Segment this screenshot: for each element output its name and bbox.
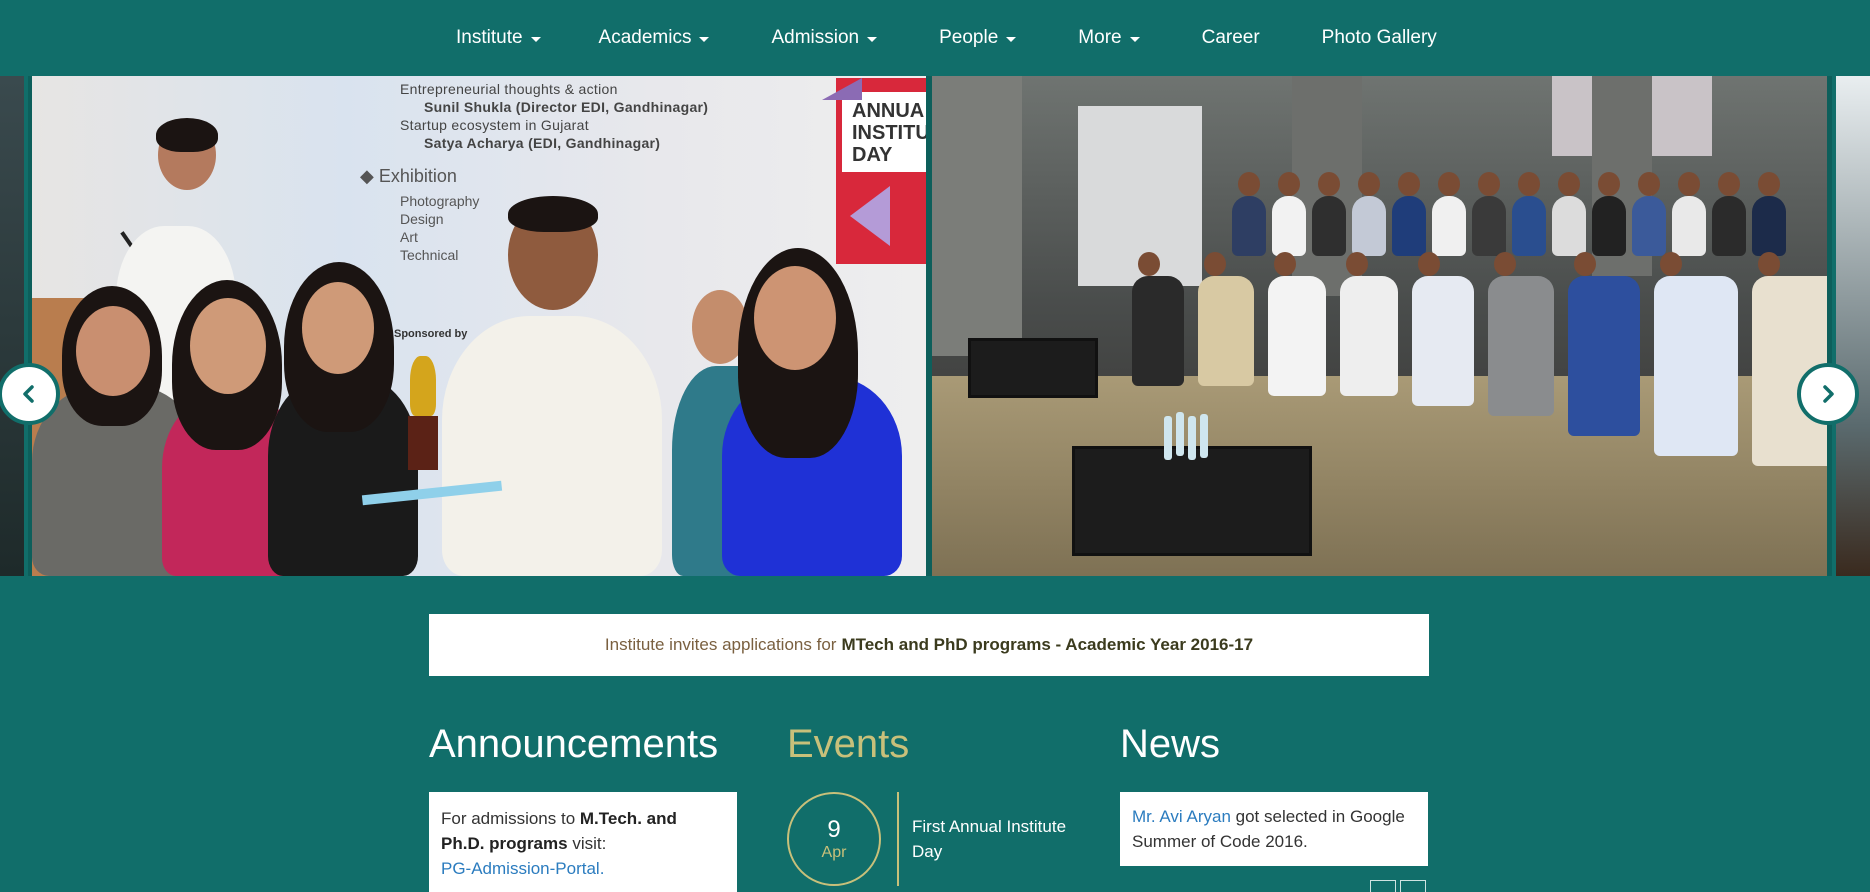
announcement-card: For admissions to M.Tech. and Ph.D. prog… [429, 792, 737, 892]
person-head [76, 306, 150, 396]
water-bottle [1200, 414, 1208, 458]
caret-down-icon [1129, 37, 1140, 42]
nav-item-career[interactable]: Career [1202, 27, 1260, 49]
hall-pillar [932, 76, 1022, 356]
person-head [754, 266, 836, 370]
nav-item-label: Career [1201, 27, 1260, 48]
poster-exhibition-heading: ◆ Exhibition [360, 166, 457, 186]
chevron-left-icon [23, 385, 34, 403]
event-item[interactable]: 9 Apr First Annual Institute Day [787, 792, 1087, 892]
carousel-slide-seminar-hall[interactable] [932, 76, 1827, 576]
event-title: First Annual Institute Day [912, 817, 1067, 861]
news-pager [1370, 880, 1426, 892]
announcements-heading: Announcements [429, 722, 719, 766]
poster-line: Startup ecosystem in Gujarat [400, 117, 589, 133]
news-person-link[interactable]: Mr. Avi Aryan [1132, 807, 1231, 826]
decorative-shape [822, 78, 862, 100]
admission-notice-banner[interactable]: Institute invites applications for MTech… [429, 614, 1429, 676]
carousel-next-button[interactable] [1797, 363, 1859, 425]
water-bottle [1164, 416, 1172, 460]
carousel-slide-peek-right[interactable] [1832, 76, 1870, 576]
event-day: 9 [827, 816, 841, 843]
poster-sponsor: Sponsored by [394, 328, 468, 340]
top-navbar: Institute Academics Admission People Mor… [0, 0, 1870, 76]
caret-down-icon [1006, 37, 1017, 42]
announcement-text: For admissions to [441, 809, 580, 828]
coffee-table [1072, 446, 1312, 556]
person-dignitary [442, 316, 662, 576]
person-hair [156, 118, 218, 152]
event-divider [897, 792, 899, 886]
carousel-slide-peek-left[interactable] [0, 76, 28, 576]
announcement-text-suffix: visit: [567, 834, 607, 853]
person-head [190, 298, 266, 394]
nav-item-label: More [1078, 27, 1122, 48]
caret-down-icon [699, 37, 710, 42]
event-month: Apr [821, 844, 847, 861]
nav-item-label: People [939, 27, 999, 48]
poster-line: Sunil Shukla (Director EDI, Gandhinagar) [424, 99, 709, 115]
nav-item-people[interactable]: People [939, 27, 1017, 49]
caret-down-icon [530, 37, 541, 42]
nav-item-label: Admission [771, 27, 860, 48]
nav-item-label: Academics [598, 27, 692, 48]
chevron-right-icon [1823, 385, 1834, 403]
pg-admission-portal-link[interactable]: PG-Admission-Portal. [441, 856, 725, 881]
person-hair [508, 196, 598, 232]
poster-line: Entrepreneurial thoughts & action [400, 81, 618, 97]
news-card: Mr. Avi Aryan got selected in Google Sum… [1120, 792, 1428, 866]
nav-item-label: Photo Gallery [1321, 27, 1437, 48]
news-prev-button[interactable] [1370, 880, 1396, 892]
nav-menu: Institute Academics Admission People Mor… [456, 0, 1437, 76]
poster-text: Entrepreneurial thoughts & action Sunil … [400, 80, 708, 152]
audience-back-row [1232, 172, 1786, 256]
annual-day-text: ANNUA INSTITU DAY [842, 92, 926, 172]
nav-item-photo-gallery[interactable]: Photo Gallery [1322, 27, 1437, 49]
water-bottle [1176, 412, 1184, 456]
event-date-badge: 9 Apr [787, 792, 881, 886]
audience-front-row [1132, 252, 1827, 466]
water-bottle [1188, 416, 1196, 460]
trophy [408, 356, 438, 476]
carousel-prev-button[interactable] [0, 363, 60, 425]
caret-down-icon [867, 37, 878, 42]
notice-highlight: MTech and PhD programs - Academic Year 2… [841, 635, 1254, 654]
nav-item-institute[interactable]: Institute [456, 27, 541, 49]
nav-item-academics[interactable]: Academics [599, 27, 710, 49]
image-carousel: Entrepreneurial thoughts & action Sunil … [0, 76, 1870, 576]
poster-line: Satya Acharya (EDI, Gandhinagar) [424, 135, 661, 151]
person-head [302, 282, 374, 374]
notice-prefix: Institute invites applications for [604, 635, 837, 654]
events-heading: Events [787, 722, 910, 766]
coffee-table [968, 338, 1098, 398]
nav-item-more[interactable]: More [1078, 27, 1140, 49]
carousel-slide-award-photo[interactable]: Entrepreneurial thoughts & action Sunil … [32, 76, 926, 576]
nav-item-admission[interactable]: Admission [771, 27, 878, 49]
poster-exhibition-list: Photography Design Art Technical [400, 193, 480, 263]
news-next-button[interactable] [1400, 880, 1426, 892]
news-heading: News [1120, 722, 1221, 766]
nav-item-label: Institute [456, 27, 523, 48]
decorative-shape [850, 186, 890, 246]
